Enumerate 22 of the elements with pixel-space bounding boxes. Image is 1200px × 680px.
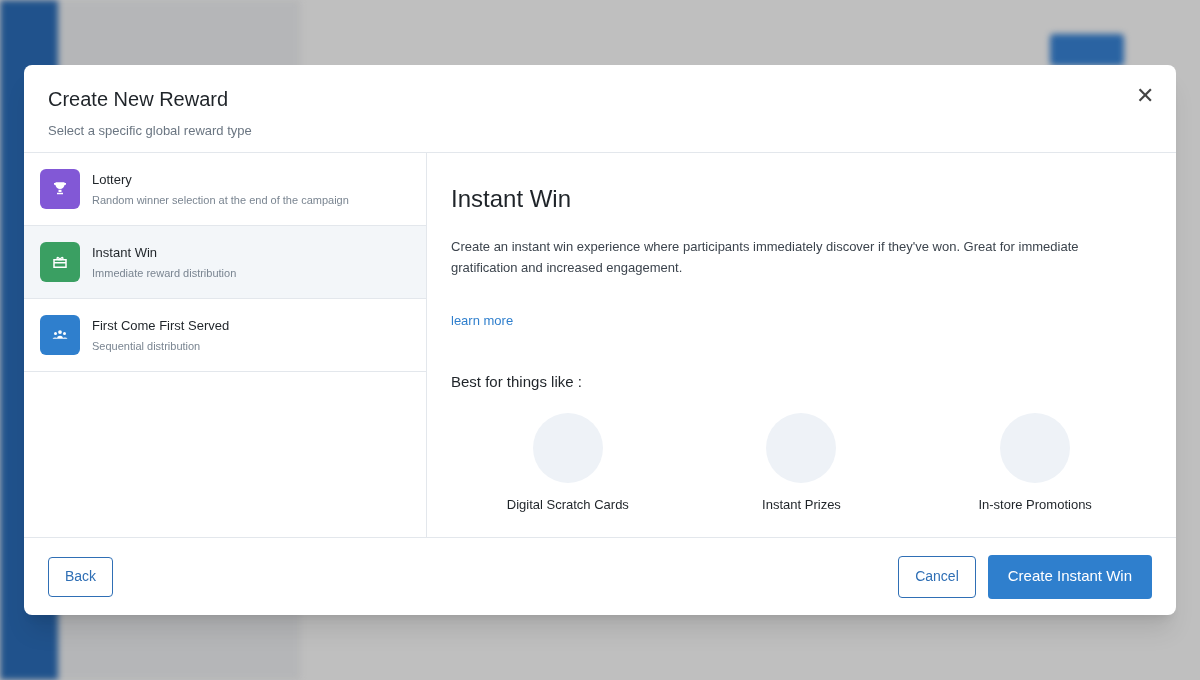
close-button[interactable]: ✕ [1136,85,1154,107]
reward-type-description: Immediate reward distribution [92,266,237,281]
example-label: Digital Scratch Cards [506,496,629,514]
detail-title: Instant Win [451,184,573,214]
reward-type-description: Sequential distribution [92,339,202,354]
detail-description: Create an instant win experience where participants immediately discover if they've won. Great for immediate gratification and increased engagement. [451,238,1080,277]
reward-type-item[interactable]: Lottery Random winner selection at the end of the campaign [24,153,426,226]
learn-more-link[interactable]: learn more [451,311,514,331]
create-button[interactable]: Create Instant Win [987,554,1152,599]
reward-type-title: Lottery [92,170,133,189]
back-button[interactable]: Back [48,556,114,597]
reward-type-item[interactable]: First Come First Served Sequential distribution [24,299,426,372]
reward-type-item[interactable]: Instant Win Immediate reward distribution [24,226,426,299]
examples-heading: Best for things like : [451,371,583,392]
reward-type-title: Instant Win [92,243,159,262]
reward-type-description: Random winner selection at the end of the campaign [92,193,349,208]
example-label: Instant Prizes [762,496,841,514]
reward-type-title: First Come First Served [92,316,230,335]
cancel-button[interactable]: Cancel [898,555,976,598]
dialog-subtitle: Select a specific global reward type [48,122,253,140]
example-label: In-store Promotions [978,496,1092,514]
dialog-title: Create New Reward [48,87,229,112]
